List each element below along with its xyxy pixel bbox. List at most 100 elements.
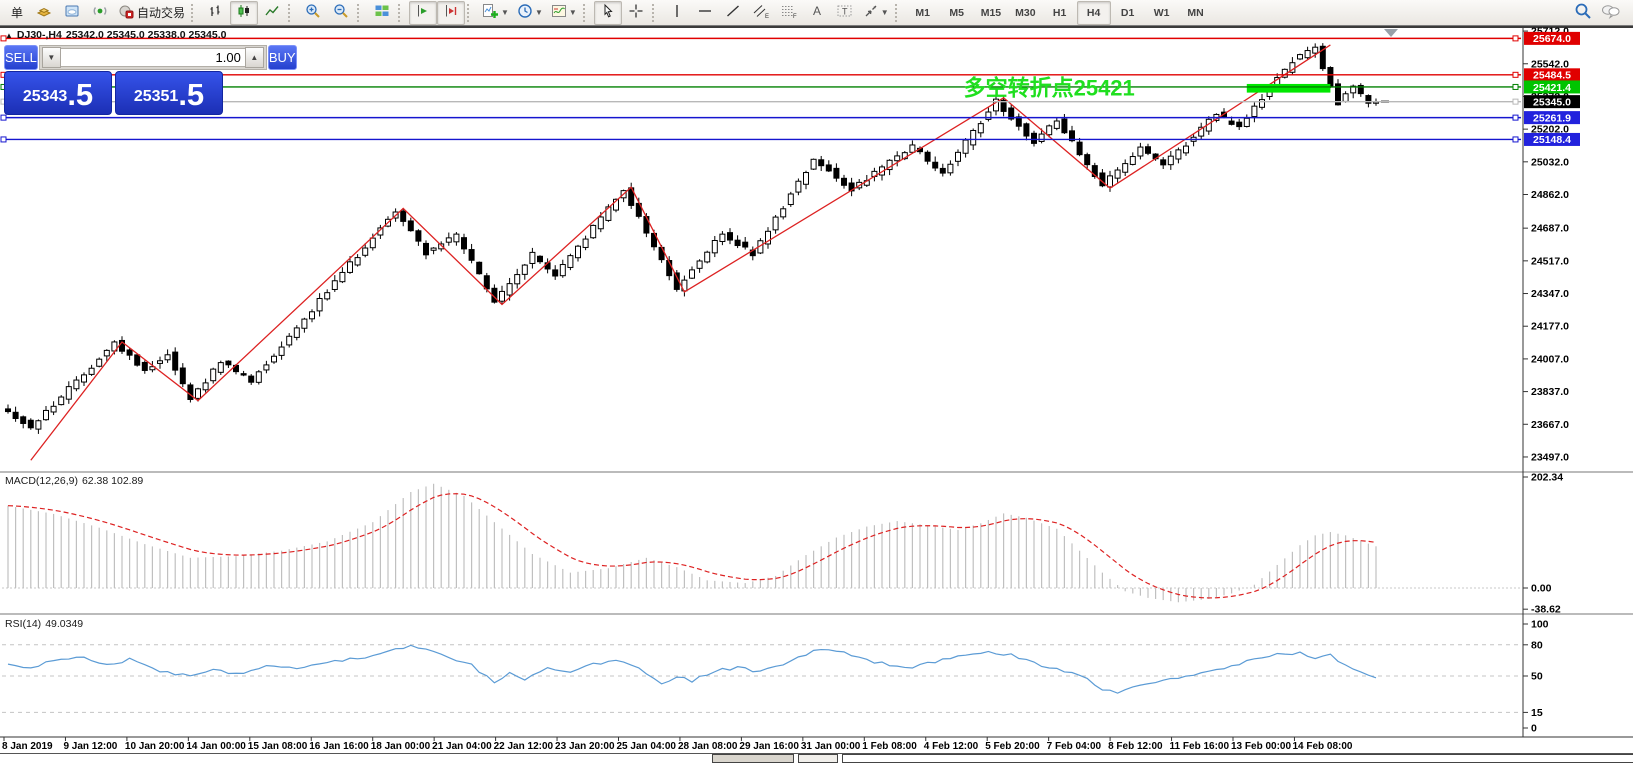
dropdown-arrow-icon: ▼ — [881, 8, 889, 17]
timeframe-button-D1[interactable]: D1 — [1111, 1, 1145, 25]
svg-text:9 Jan 12:00: 9 Jan 12:00 — [63, 741, 117, 752]
sell-button[interactable]: SELL — [4, 45, 38, 70]
horizontal-line-button[interactable] — [691, 1, 719, 25]
svg-text:21 Jan 04:00: 21 Jan 04:00 — [432, 741, 492, 752]
chart-symbol-icon: ▲ — [5, 31, 13, 40]
svg-text:4 Feb 12:00: 4 Feb 12:00 — [924, 741, 979, 752]
line-chart-icon — [264, 3, 280, 22]
svg-text:0: 0 — [1531, 723, 1537, 735]
buy-price-fraction: .5 — [178, 80, 204, 110]
volume-up-button[interactable]: ▲ — [245, 47, 264, 68]
chart-title-symbol: DJ30-,H4 — [17, 29, 62, 41]
auto-scroll-icon — [415, 3, 431, 22]
svg-text:18 Jan 00:00: 18 Jan 00:00 — [371, 741, 431, 752]
svg-text:28 Jan 08:00: 28 Jan 08:00 — [678, 741, 738, 752]
svg-text:E: E — [765, 14, 769, 19]
timeframe-button-M5[interactable]: M5 — [940, 1, 974, 25]
auto-scroll-button[interactable] — [409, 1, 437, 25]
timeframe-button-M15[interactable]: M15 — [974, 1, 1008, 25]
trendline-button[interactable] — [719, 1, 747, 25]
order-button[interactable]: 单 — [2, 1, 30, 25]
rsi-name: RSI(14) — [5, 618, 41, 630]
svg-text:29 Jan 16:00: 29 Jan 16:00 — [739, 741, 799, 752]
zoom-out-button[interactable] — [327, 1, 355, 25]
autotrade-button[interactable]: 自动交易 — [114, 1, 189, 25]
chart-title-ohlc: 25342.0 25345.0 25338.0 25345.0 — [66, 29, 227, 41]
text-button[interactable]: A — [803, 1, 831, 25]
bottom-bar-segment — [712, 754, 794, 763]
svg-text:23 Jan 20:00: 23 Jan 20:00 — [555, 741, 615, 752]
window-button[interactable] — [58, 1, 86, 25]
svg-text:T: T — [842, 7, 848, 17]
zoom-out-icon — [333, 3, 349, 22]
svg-text:22 Jan 12:00: 22 Jan 12:00 — [494, 741, 554, 752]
svg-text:F: F — [793, 14, 797, 19]
svg-text:15: 15 — [1531, 707, 1543, 719]
label-button[interactable]: T — [831, 1, 859, 25]
macd-values: 62.38 102.89 — [82, 475, 143, 487]
macd-label: MACD(12,26,9)62.38 102.89 — [5, 475, 147, 487]
bottom-bar-segment — [798, 754, 838, 763]
shapes-button[interactable]: ▼ — [859, 1, 893, 25]
rsi-label: RSI(14) 49.0349 — [5, 618, 87, 630]
timeframe-button-H4[interactable]: H4 — [1077, 1, 1111, 25]
candlestick-chart-button[interactable] — [230, 1, 258, 25]
svg-text:25032.0: 25032.0 — [1531, 156, 1569, 168]
search-button[interactable] — [1569, 1, 1597, 25]
svg-text:24687.0: 24687.0 — [1531, 223, 1569, 235]
text-icon: A — [810, 3, 824, 22]
rsi-value: 49.0349 — [45, 618, 83, 630]
timeframe-button-H1[interactable]: H1 — [1043, 1, 1077, 25]
sell-price-box[interactable]: 25343.5 — [4, 71, 112, 115]
vertical-line-button[interactable] — [663, 1, 691, 25]
signal-button[interactable] — [86, 1, 114, 25]
sell-price-fraction: .5 — [67, 80, 93, 110]
macd-panel: 202.34 0.00 -38.62 — [2, 471, 1563, 615]
svg-text:-38.62: -38.62 — [1531, 604, 1561, 616]
chat-button[interactable] — [1597, 1, 1625, 25]
crosshair-button[interactable] — [622, 1, 650, 25]
zoom-in-button[interactable] — [299, 1, 327, 25]
timeframe-button-MN[interactable]: MN — [1179, 1, 1213, 25]
one-click-trading-panel: SELL ▼ ▲ BUY 25343.5 25351.5 — [4, 45, 223, 115]
svg-text:24862.0: 24862.0 — [1531, 189, 1569, 201]
timeframe-button-M1[interactable]: M1 — [906, 1, 940, 25]
svg-text:A: A — [813, 4, 821, 18]
channel-button[interactable]: E — [747, 1, 775, 25]
svg-text:11 Feb 16:00: 11 Feb 16:00 — [1170, 741, 1230, 752]
cursor-button[interactable] — [594, 1, 622, 25]
svg-text:10 Jan 20:00: 10 Jan 20:00 — [125, 741, 185, 752]
chart-shift-icon — [443, 3, 459, 22]
add-indicator-button[interactable]: ▼ — [478, 1, 513, 25]
periods-clock-icon — [517, 3, 533, 22]
trading-platform-window: 多空转折点2542125712.025542.025372.025202.025… — [0, 0, 1633, 763]
svg-text:25148.4: 25148.4 — [1533, 134, 1571, 146]
timeframe-button-M30[interactable]: M30 — [1008, 1, 1042, 25]
chart-canvas[interactable]: 多空转折点2542125712.025542.025372.025202.025… — [0, 0, 1633, 763]
periods-button[interactable]: ▼ — [513, 1, 547, 25]
bar-chart-button[interactable] — [202, 1, 230, 25]
buy-price-box[interactable]: 25351.5 — [115, 71, 223, 115]
dropdown-arrow-icon: ▼ — [501, 8, 509, 17]
gold-button[interactable] — [30, 1, 58, 25]
autotrade-stop-icon — [118, 3, 134, 22]
svg-text:8 Feb 12:00: 8 Feb 12:00 — [1108, 741, 1163, 752]
volume-down-button[interactable]: ▼ — [42, 47, 61, 68]
svg-text:0.00: 0.00 — [1531, 583, 1552, 595]
chart-shift-button[interactable] — [437, 1, 465, 25]
bar-chart-icon — [208, 3, 224, 22]
highlight-zone — [1247, 84, 1331, 93]
tile-windows-button[interactable] — [368, 1, 396, 25]
svg-text:5 Feb 20:00: 5 Feb 20:00 — [985, 741, 1040, 752]
svg-text:14 Feb 08:00: 14 Feb 08:00 — [1292, 741, 1352, 752]
fibonacci-button[interactable]: F — [775, 1, 803, 25]
channel-icon: E — [752, 3, 769, 22]
line-chart-button[interactable] — [258, 1, 286, 25]
buy-button[interactable]: BUY — [268, 45, 297, 70]
timeframe-button-W1[interactable]: W1 — [1145, 1, 1179, 25]
chart-title: ▲ DJ30-,H4 25342.0 25345.0 25338.0 25345… — [5, 29, 226, 41]
svg-text:202.34: 202.34 — [1531, 471, 1563, 483]
svg-text:16 Jan 16:00: 16 Jan 16:00 — [309, 741, 369, 752]
volume-input[interactable] — [61, 48, 245, 67]
template-button[interactable]: ▼ — [547, 1, 581, 25]
